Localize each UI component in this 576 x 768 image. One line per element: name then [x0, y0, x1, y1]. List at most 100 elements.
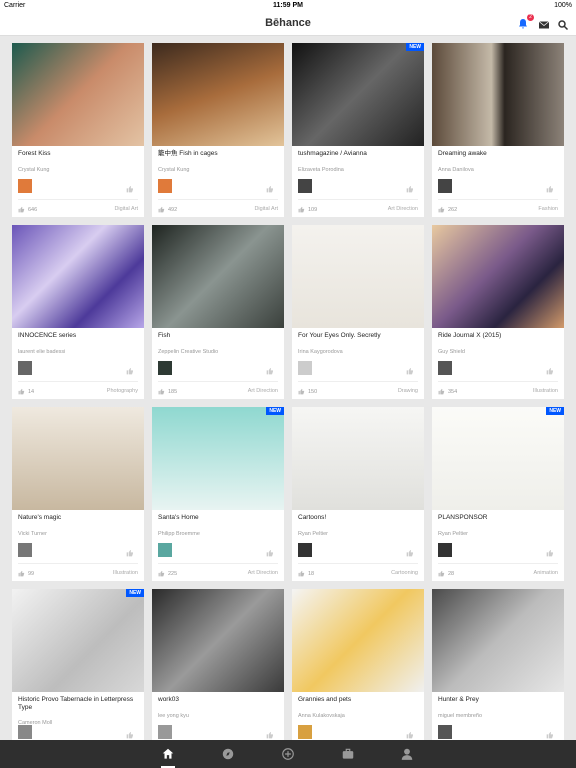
avatar[interactable] [158, 179, 172, 193]
project-thumbnail[interactable] [12, 589, 144, 692]
creative-field[interactable]: Art Direction [248, 388, 278, 394]
project-owner[interactable]: Vicki Turner [18, 531, 47, 537]
project-owner[interactable]: Ryan Peltier [298, 531, 328, 537]
avatar[interactable] [438, 361, 452, 375]
avatar[interactable] [18, 543, 32, 557]
jobs-tab[interactable] [341, 747, 355, 761]
appreciate-icon[interactable] [266, 185, 274, 193]
appreciate-icon[interactable] [126, 367, 134, 375]
project-owner[interactable]: lee yong kyu [158, 713, 189, 719]
project-title[interactable]: Nature's magic [18, 514, 138, 522]
appreciate-icon[interactable] [546, 367, 554, 375]
project-card[interactable]: Nature's magic Vicki Turner 99 Illustration [12, 407, 144, 581]
project-owner[interactable]: Guy Shield [438, 349, 465, 355]
project-title[interactable]: tushmagazine / Avianna [298, 150, 418, 158]
project-card[interactable]: work03 lee yong kyu [152, 589, 284, 740]
appreciate-icon[interactable] [546, 549, 554, 557]
avatar[interactable] [438, 725, 452, 739]
appreciate-icon[interactable] [126, 731, 134, 739]
appreciate-icon[interactable] [546, 731, 554, 739]
project-card[interactable]: Fish Zeppelin Creative Studio 185 Art Direc… [152, 225, 284, 399]
avatar[interactable] [298, 725, 312, 739]
avatar[interactable] [18, 179, 32, 193]
project-owner[interactable]: Elizaveta Porodina [298, 167, 344, 173]
project-thumbnail[interactable] [292, 407, 424, 510]
avatar[interactable] [298, 543, 312, 557]
appreciate-icon[interactable] [126, 185, 134, 193]
avatar[interactable] [158, 725, 172, 739]
project-owner[interactable]: Crystal Kung [158, 167, 190, 173]
project-thumbnail[interactable] [432, 589, 564, 692]
project-thumbnail[interactable] [152, 589, 284, 692]
project-card[interactable]: 籠中魚 Fish in cages Crystal Kung 492 Digital … [152, 43, 284, 217]
project-title[interactable]: Ride Journal X (2015) [438, 332, 558, 340]
creative-field[interactable]: Illustration [533, 388, 558, 394]
project-thumbnail[interactable] [152, 43, 284, 146]
project-title[interactable]: Fish [158, 332, 278, 340]
appreciate-icon[interactable] [406, 549, 414, 557]
appreciate-icon[interactable] [266, 549, 274, 557]
avatar[interactable] [18, 361, 32, 375]
appreciate-icon[interactable] [406, 367, 414, 375]
project-card[interactable]: NEW tushmagazine / Avianna Elizaveta Porod… [292, 43, 424, 217]
search-button[interactable] [557, 18, 569, 31]
project-title[interactable]: Dreaming awake [438, 150, 558, 158]
creative-field[interactable]: Photography [107, 388, 138, 394]
project-thumbnail[interactable] [432, 225, 564, 328]
project-owner[interactable]: Philipp Broemme [158, 531, 200, 537]
avatar[interactable] [158, 361, 172, 375]
avatar[interactable] [298, 179, 312, 193]
project-thumbnail[interactable] [12, 43, 144, 146]
project-thumbnail[interactable] [292, 589, 424, 692]
project-owner[interactable]: Ryan Peltier [438, 531, 468, 537]
project-thumbnail[interactable] [12, 407, 144, 510]
project-card[interactable]: NEW Historic Provo Tabernacle in Letterpr… [12, 589, 144, 740]
project-title[interactable]: Forest Kiss [18, 150, 138, 158]
avatar[interactable] [438, 179, 452, 193]
project-card[interactable]: Cartoons! Ryan Peltier 18 Cartooning [292, 407, 424, 581]
avatar[interactable] [158, 543, 172, 557]
messages-button[interactable] [538, 18, 550, 30]
appreciate-icon[interactable] [266, 731, 274, 739]
project-owner[interactable]: miguel membreño [438, 713, 482, 719]
project-card[interactable]: NEW PLANSPONSOR Ryan Peltier 28 Animation [432, 407, 564, 581]
avatar[interactable] [298, 361, 312, 375]
appreciate-icon[interactable] [406, 185, 414, 193]
avatar[interactable] [438, 543, 452, 557]
project-card[interactable]: Grannies and pets Anna Kulakovskaja [292, 589, 424, 740]
creative-field[interactable]: Animation [534, 570, 558, 576]
project-owner[interactable]: Anna Kulakovskaja [298, 713, 345, 719]
project-title[interactable]: Cartoons! [298, 514, 418, 522]
project-title[interactable]: work03 [158, 696, 278, 704]
project-card[interactable]: Hunter & Prey miguel membreño [432, 589, 564, 740]
project-title[interactable]: For Your Eyes Only. Secretly [298, 332, 418, 340]
creative-field[interactable]: Cartooning [391, 570, 418, 576]
project-card[interactable]: Ride Journal X (2015) Guy Shield 354 Illust… [432, 225, 564, 399]
project-title[interactable]: Grannies and pets [298, 696, 418, 704]
appreciate-icon[interactable] [126, 549, 134, 557]
project-thumbnail[interactable] [152, 225, 284, 328]
home-tab[interactable] [161, 747, 175, 761]
project-owner[interactable]: Zeppelin Creative Studio [158, 349, 218, 355]
project-thumbnail[interactable] [152, 407, 284, 510]
project-card[interactable]: For Your Eyes Only. Secretly Irina Kaygor… [292, 225, 424, 399]
creative-field[interactable]: Illustration [113, 570, 138, 576]
discover-tab[interactable] [221, 747, 235, 761]
project-card[interactable]: INNOCENCE series laurent elie badessi 14 Ph… [12, 225, 144, 399]
project-owner[interactable]: Anna Danilova [438, 167, 474, 173]
project-thumbnail[interactable] [432, 407, 564, 510]
creative-field[interactable]: Fashion [538, 206, 558, 212]
creative-field[interactable]: Digital Art [114, 206, 138, 212]
appreciate-icon[interactable] [406, 731, 414, 739]
project-title[interactable]: Historic Provo Tabernacle in Letterpress… [18, 696, 138, 712]
project-owner[interactable]: Crystal Kung [18, 167, 50, 173]
creative-field[interactable]: Art Direction [248, 570, 278, 576]
project-title[interactable]: INNOCENCE series [18, 332, 138, 340]
profile-tab[interactable] [400, 747, 414, 761]
notifications-button[interactable]: 2 [517, 14, 534, 31]
creative-field[interactable]: Art Direction [388, 206, 418, 212]
project-card[interactable]: NEW Santa's Home Philipp Broemme 225 Art Dir… [152, 407, 284, 581]
project-thumbnail[interactable] [292, 43, 424, 146]
creative-field[interactable]: Drawing [398, 388, 418, 394]
avatar[interactable] [18, 725, 32, 739]
